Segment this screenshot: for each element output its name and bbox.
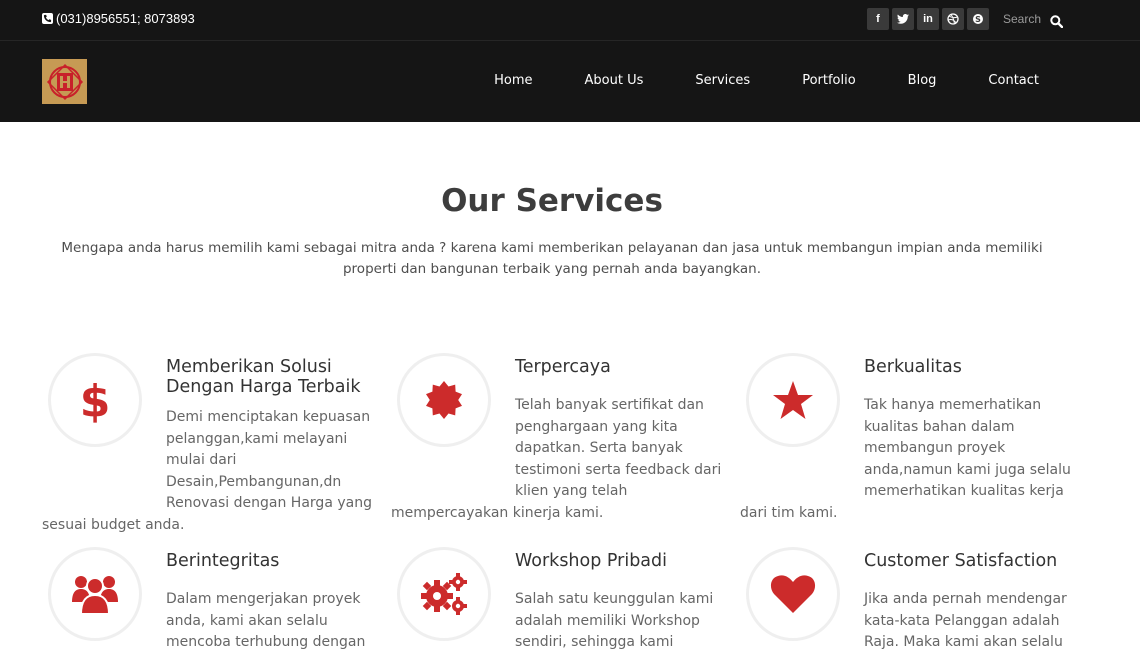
section-description: Mengapa anda harus memilih kami sebagai …	[61, 240, 1043, 277]
service-title: Berintegritas	[166, 551, 280, 571]
social-links: f in S	[867, 8, 989, 30]
nav-portfolio[interactable]: Portfolio	[802, 73, 855, 88]
top-bar: (031)8956551; 8073893 f in S	[0, 0, 1140, 41]
service-title: Terpercaya	[515, 357, 611, 377]
page-title: Our Services	[441, 183, 663, 219]
service-icon-circle	[48, 547, 142, 641]
service-icon-circle	[746, 353, 840, 447]
main-navbar: Home About Us Services Portfolio Blog Co…	[0, 41, 1140, 122]
dribbble-icon[interactable]	[942, 8, 964, 30]
service-title: Customer Satisfaction	[864, 551, 1058, 571]
facebook-icon[interactable]: f	[867, 8, 889, 30]
svg-text:$: $	[80, 376, 111, 424]
search-input[interactable]	[1003, 10, 1041, 28]
gears-icon	[421, 573, 467, 615]
linkedin-icon[interactable]: in	[917, 8, 939, 30]
twitter-icon[interactable]	[892, 8, 914, 30]
phone-number: (031)8956551; 8073893	[56, 11, 195, 26]
company-logo[interactable]	[42, 59, 87, 104]
service-title: Berkualitas	[864, 357, 962, 377]
service-icon-circle	[397, 353, 491, 447]
logo-emblem-icon	[44, 61, 85, 102]
main-nav: Home About Us Services Portfolio Blog Co…	[494, 73, 1039, 88]
skype-icon[interactable]: S	[967, 8, 989, 30]
heart-icon	[770, 575, 816, 613]
search-icon[interactable]	[1050, 13, 1064, 28]
users-icon	[72, 576, 118, 615]
nav-about-us[interactable]: About Us	[585, 73, 644, 88]
service-title: Workshop Pribadi	[515, 551, 668, 571]
service-icon-circle: $	[48, 353, 142, 447]
phone-icon	[42, 13, 53, 24]
nav-home[interactable]: Home	[494, 73, 532, 88]
star-icon	[773, 381, 813, 419]
service-icon-circle	[746, 547, 840, 641]
dollar-icon: $	[80, 376, 111, 424]
search-box	[1003, 10, 1064, 28]
service-icon-circle	[397, 547, 491, 641]
certificate-icon	[426, 381, 462, 419]
nav-blog[interactable]: Blog	[908, 73, 937, 88]
nav-services[interactable]: Services	[695, 73, 750, 88]
nav-contact[interactable]: Contact	[988, 73, 1039, 88]
phone-contact: (031)8956551; 8073893	[42, 11, 195, 26]
svg-text:S: S	[975, 15, 981, 24]
service-title: Memberikan Solusi Dengan Harga Terbaik	[166, 357, 361, 397]
